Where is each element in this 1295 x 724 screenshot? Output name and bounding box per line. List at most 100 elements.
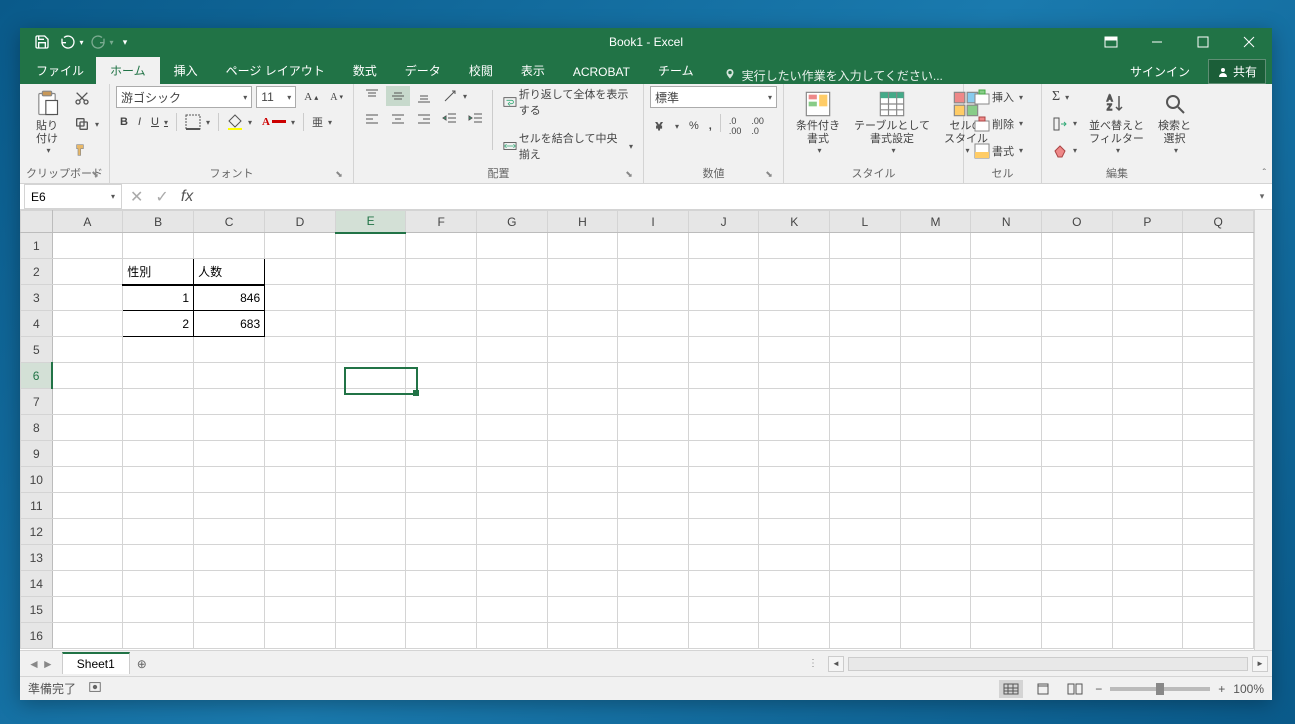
border-button[interactable]: ▾: [181, 112, 214, 132]
cancel-formula-icon[interactable]: ✕: [130, 187, 143, 207]
font-color-button[interactable]: A▾: [258, 114, 299, 130]
name-box[interactable]: E6▾: [24, 184, 122, 209]
cell-I12[interactable]: [618, 519, 689, 545]
cell-H10[interactable]: [547, 467, 618, 493]
cell-C3[interactable]: 846: [194, 285, 265, 311]
percent-button[interactable]: %: [685, 114, 703, 138]
cell-P1[interactable]: [1112, 233, 1183, 259]
cell-G2[interactable]: [477, 259, 548, 285]
cell-O15[interactable]: [1041, 597, 1112, 623]
cell-D7[interactable]: [265, 389, 336, 415]
cell-O4[interactable]: [1041, 311, 1112, 337]
cell-A2[interactable]: [52, 259, 123, 285]
row-header-5[interactable]: 5: [21, 337, 53, 363]
hscroll-left[interactable]: ◄: [828, 656, 844, 672]
col-header-M[interactable]: M: [900, 211, 971, 233]
decrease-indent-button[interactable]: [438, 109, 462, 129]
cell-J15[interactable]: [688, 597, 759, 623]
cell-N4[interactable]: [971, 311, 1042, 337]
cell-C16[interactable]: [194, 623, 265, 649]
number-dialog-launcher[interactable]: ⬊: [763, 169, 775, 181]
qat-customize[interactable]: ▾: [118, 30, 132, 54]
cell-G14[interactable]: [477, 571, 548, 597]
close-button[interactable]: [1226, 28, 1272, 56]
cell-D13[interactable]: [265, 545, 336, 571]
cell-M13[interactable]: [900, 545, 971, 571]
cell-J1[interactable]: [688, 233, 759, 259]
cell-A3[interactable]: [52, 285, 123, 311]
cell-C6[interactable]: [194, 363, 265, 389]
comma-button[interactable]: ,: [705, 114, 716, 138]
cell-M7[interactable]: [900, 389, 971, 415]
cell-O13[interactable]: [1041, 545, 1112, 571]
cell-A11[interactable]: [52, 493, 123, 519]
cell-I13[interactable]: [618, 545, 689, 571]
cell-H8[interactable]: [547, 415, 618, 441]
italic-button[interactable]: I: [134, 114, 145, 130]
cell-D3[interactable]: [265, 285, 336, 311]
cell-J6[interactable]: [688, 363, 759, 389]
cell-O3[interactable]: [1041, 285, 1112, 311]
cell-D1[interactable]: [265, 233, 336, 259]
cell-M8[interactable]: [900, 415, 971, 441]
minimize-button[interactable]: [1134, 28, 1180, 56]
cell-P3[interactable]: [1112, 285, 1183, 311]
row-header-12[interactable]: 12: [21, 519, 53, 545]
cell-F4[interactable]: [406, 311, 477, 337]
cell-C15[interactable]: [194, 597, 265, 623]
cell-H12[interactable]: [547, 519, 618, 545]
cell-M3[interactable]: [900, 285, 971, 311]
cell-P8[interactable]: [1112, 415, 1183, 441]
cell-O14[interactable]: [1041, 571, 1112, 597]
cell-G15[interactable]: [477, 597, 548, 623]
cell-F15[interactable]: [406, 597, 477, 623]
col-header-L[interactable]: L: [830, 211, 901, 233]
cell-A4[interactable]: [52, 311, 123, 337]
cell-C12[interactable]: [194, 519, 265, 545]
cell-M10[interactable]: [900, 467, 971, 493]
row-header-4[interactable]: 4: [21, 311, 53, 337]
cell-P5[interactable]: [1112, 337, 1183, 363]
cell-P13[interactable]: [1112, 545, 1183, 571]
cell-A9[interactable]: [52, 441, 123, 467]
cell-E1[interactable]: [335, 233, 406, 259]
cell-M4[interactable]: [900, 311, 971, 337]
tab-team[interactable]: チーム: [644, 57, 708, 84]
tab-insert[interactable]: 挿入: [160, 57, 212, 84]
cell-D15[interactable]: [265, 597, 336, 623]
cell-P11[interactable]: [1112, 493, 1183, 519]
collapse-ribbon-button[interactable]: ˆ: [1263, 168, 1266, 179]
cell-C8[interactable]: [194, 415, 265, 441]
cell-F16[interactable]: [406, 623, 477, 649]
cell-C7[interactable]: [194, 389, 265, 415]
cell-K9[interactable]: [759, 441, 830, 467]
cell-M1[interactable]: [900, 233, 971, 259]
cell-B10[interactable]: [123, 467, 194, 493]
col-header-K[interactable]: K: [759, 211, 830, 233]
cell-B6[interactable]: [123, 363, 194, 389]
delete-cells-button[interactable]: 削除▾: [970, 114, 1027, 134]
format-cells-button[interactable]: 書式▾: [970, 141, 1027, 161]
cell-I11[interactable]: [618, 493, 689, 519]
underline-button[interactable]: U▾: [147, 114, 172, 130]
cell-G5[interactable]: [477, 337, 548, 363]
row-header-8[interactable]: 8: [21, 415, 53, 441]
cell-A15[interactable]: [52, 597, 123, 623]
redo-button[interactable]: ▾: [88, 30, 116, 54]
split-handle[interactable]: ⋮: [808, 658, 824, 669]
cell-A14[interactable]: [52, 571, 123, 597]
align-right-button[interactable]: [412, 109, 436, 129]
cell-B9[interactable]: [123, 441, 194, 467]
col-header-C[interactable]: C: [194, 211, 265, 233]
macro-record-icon[interactable]: [88, 680, 102, 697]
col-header-N[interactable]: N: [971, 211, 1042, 233]
cell-F7[interactable]: [406, 389, 477, 415]
cell-B2[interactable]: 性別: [123, 259, 194, 285]
maximize-button[interactable]: [1180, 28, 1226, 56]
cell-I8[interactable]: [618, 415, 689, 441]
orientation-button[interactable]: ▾: [438, 86, 471, 106]
cell-K2[interactable]: [759, 259, 830, 285]
cell-A7[interactable]: [52, 389, 123, 415]
cell-C11[interactable]: [194, 493, 265, 519]
col-header-D[interactable]: D: [265, 211, 336, 233]
